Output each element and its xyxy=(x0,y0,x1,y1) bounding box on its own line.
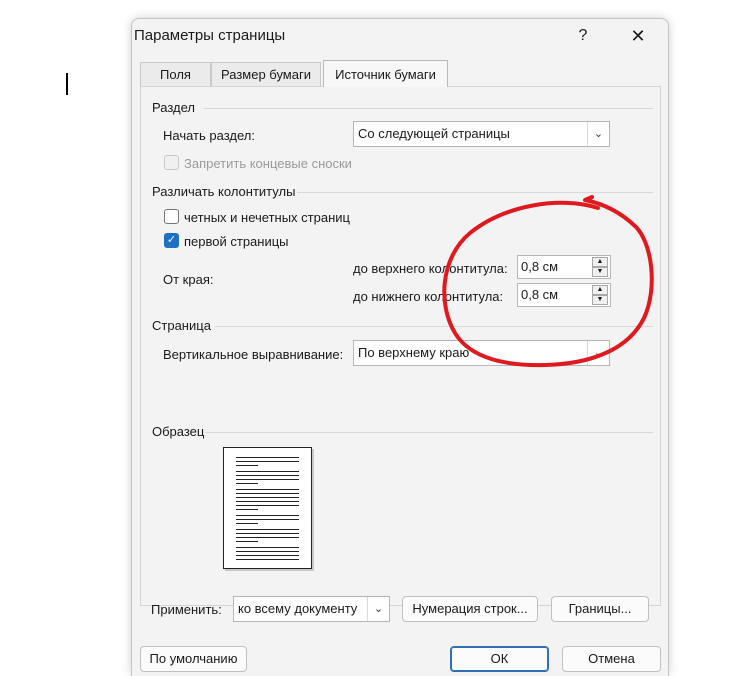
preview-line xyxy=(236,533,299,534)
footer-distance-spinner[interactable]: 0,8 см ▲ ▼ xyxy=(517,283,611,307)
ok-button[interactable]: ОК xyxy=(450,646,549,672)
dialog-title: Параметры страницы xyxy=(134,27,286,44)
odd-even-checkbox[interactable] xyxy=(164,209,179,224)
apply-label: Применить: xyxy=(151,602,222,617)
chevron-down-icon[interactable]: ⌄ xyxy=(367,597,389,621)
preview-heading: Образец xyxy=(152,424,205,439)
header-distance-value[interactable]: 0,8 см xyxy=(521,259,558,274)
preview-line xyxy=(236,465,258,466)
start-section-label: Начать раздел: xyxy=(163,128,255,143)
preview-line xyxy=(236,515,299,516)
spin-down-icon[interactable]: ▼ xyxy=(592,267,608,277)
preview-line xyxy=(236,457,299,458)
apply-select[interactable]: ко всему документу ⌄ xyxy=(233,596,390,622)
tab-paper-source[interactable]: Источник бумаги xyxy=(323,60,448,87)
preview-line xyxy=(236,547,299,548)
apply-value: ко всему документу xyxy=(238,601,358,616)
tab-panel: Раздел Начать раздел: Со следующей стран… xyxy=(140,86,661,606)
page-preview xyxy=(223,447,312,569)
suppress-endnotes-checkbox[interactable] xyxy=(164,155,179,170)
line-numbers-button[interactable]: Нумерация строк... xyxy=(402,596,538,622)
headers-heading: Различать колонтитулы xyxy=(152,184,296,199)
first-page-checkbox[interactable]: ✓ xyxy=(164,233,179,248)
header-distance-label: до верхнего колонтитула: xyxy=(353,261,508,276)
preview-line xyxy=(236,529,299,530)
valign-label: Вертикальное выравнивание: xyxy=(163,347,344,362)
preview-line xyxy=(236,493,299,494)
preview-line xyxy=(236,537,299,538)
section-divider xyxy=(204,108,653,109)
tab-margins[interactable]: Поля xyxy=(140,62,211,86)
chevron-down-icon[interactable]: ⌄ xyxy=(587,122,609,146)
cancel-button[interactable]: Отмена xyxy=(562,646,661,672)
close-button[interactable]: ✕ xyxy=(626,25,650,47)
text-cursor xyxy=(66,73,68,95)
preview-divider xyxy=(205,432,653,433)
close-icon[interactable]: ✕ xyxy=(630,26,645,46)
preview-line xyxy=(236,551,299,552)
page-divider xyxy=(215,326,653,327)
preview-line xyxy=(236,475,299,476)
borders-button[interactable]: Границы... xyxy=(551,596,649,622)
tab-paper-size[interactable]: Размер бумаги xyxy=(211,62,321,86)
help-button[interactable]: ? xyxy=(572,25,594,47)
footer-distance-label: до нижнего колонтитула: xyxy=(353,289,504,304)
preview-line xyxy=(236,461,299,462)
set-default-button[interactable]: По умолчанию xyxy=(140,646,247,672)
footer-distance-value[interactable]: 0,8 см xyxy=(521,287,558,302)
start-section-value: Со следующей страницы xyxy=(358,126,510,141)
odd-even-label: четных и нечетных страниц xyxy=(184,210,350,225)
preview-line xyxy=(236,483,258,484)
page-heading: Страница xyxy=(152,318,211,333)
preview-line xyxy=(236,489,299,490)
preview-line xyxy=(236,555,299,556)
checkmark-icon: ✓ xyxy=(166,234,177,246)
page-setup-dialog: Параметры страницы ? ✕ Поля Размер бумаг… xyxy=(131,18,669,676)
preview-line xyxy=(236,501,299,502)
spin-up-icon[interactable]: ▲ xyxy=(592,257,608,267)
preview-line xyxy=(236,541,258,542)
preview-line xyxy=(236,505,299,506)
chevron-down-icon[interactable]: ⌄ xyxy=(587,341,609,365)
preview-line xyxy=(236,559,299,560)
preview-line xyxy=(236,523,258,524)
preview-line xyxy=(236,497,299,498)
headers-divider xyxy=(297,192,653,193)
valign-select[interactable]: По верхнему краю ⌄ xyxy=(353,340,610,366)
preview-line xyxy=(236,471,299,472)
preview-line xyxy=(236,509,258,510)
first-page-label: первой страницы xyxy=(184,234,289,249)
from-edge-label: От края: xyxy=(163,272,214,287)
start-section-select[interactable]: Со следующей страницы ⌄ xyxy=(353,121,610,147)
suppress-endnotes-label: Запретить концевые сноски xyxy=(184,156,352,171)
preview-line xyxy=(236,479,299,480)
header-distance-spinner[interactable]: 0,8 см ▲ ▼ xyxy=(517,255,611,279)
spin-down-icon[interactable]: ▼ xyxy=(592,295,608,305)
preview-line xyxy=(236,519,299,520)
valign-value: По верхнему краю xyxy=(358,345,470,360)
spin-up-icon[interactable]: ▲ xyxy=(592,285,608,295)
section-heading: Раздел xyxy=(152,100,195,115)
